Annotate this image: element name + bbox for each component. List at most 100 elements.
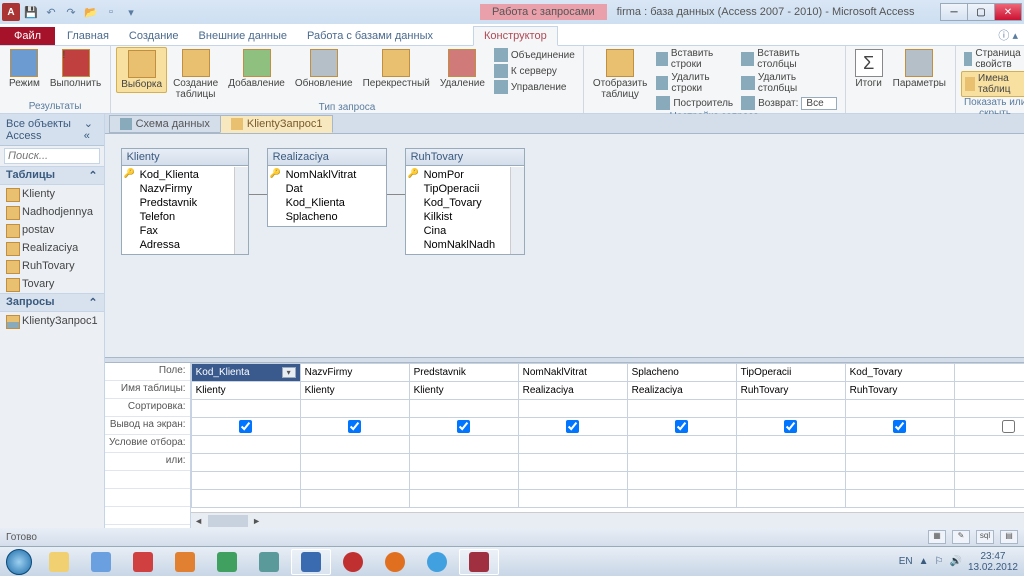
nav-table-item[interactable]: Realizaciya <box>0 239 104 257</box>
grid-cell[interactable] <box>409 472 518 490</box>
field-item[interactable]: Cina <box>406 224 524 238</box>
system-tray[interactable]: EN ▲ ⚐ 🔊 23:4713.02.2012 <box>899 551 1024 573</box>
grid-or-cell[interactable] <box>191 454 300 472</box>
grid-or-cell[interactable] <box>518 454 627 472</box>
field-item[interactable]: Dat <box>268 182 386 196</box>
grid-or-cell[interactable] <box>845 454 954 472</box>
grid-cell[interactable] <box>191 490 300 508</box>
update-button[interactable]: Обновление <box>291 47 357 91</box>
crosstab-button[interactable]: Перекрестный <box>359 47 434 91</box>
grid-criteria-cell[interactable] <box>845 436 954 454</box>
taskbar-ie-icon[interactable] <box>417 549 457 575</box>
nav-query-item[interactable]: KlientyЗапрос1 <box>0 312 104 330</box>
nav-group-tables[interactable]: Таблицы⌃ <box>0 166 104 185</box>
grid-criteria-cell[interactable] <box>191 436 300 454</box>
grid-table-cell[interactable] <box>954 382 1024 400</box>
grid-columns[interactable]: Kod_Klienta▾NazvFirmyPredstavnikNomNaklV… <box>191 363 1024 528</box>
taskbar-word-icon[interactable] <box>291 549 331 575</box>
table-box-klienty[interactable]: Klienty Kod_Klienta NazvFirmy Predstavni… <box>121 148 249 255</box>
deletecols-button[interactable]: Удалить столбцы <box>738 71 840 95</box>
app-icon[interactable]: A <box>2 3 20 21</box>
qat-undo-icon[interactable]: ↶ <box>42 3 60 21</box>
grid-show-cell[interactable] <box>954 418 1024 436</box>
scrollbar[interactable] <box>234 167 248 254</box>
grid-or-cell[interactable] <box>409 454 518 472</box>
grid-criteria-cell[interactable] <box>518 436 627 454</box>
grid-or-cell[interactable] <box>627 454 736 472</box>
view-design-icon[interactable]: ✎ <box>952 530 970 544</box>
doc-tab-schema[interactable]: Схема данных <box>109 115 221 133</box>
taskbar-app-icon[interactable] <box>249 549 289 575</box>
taskbar-app-icon[interactable] <box>81 549 121 575</box>
grid-show-cell[interactable] <box>736 418 845 436</box>
tab-external[interactable]: Внешние данные <box>189 27 297 45</box>
grid-sort-cell[interactable] <box>736 400 845 418</box>
grid-cell[interactable] <box>736 472 845 490</box>
tab-create[interactable]: Создание <box>119 27 189 45</box>
grid-criteria-cell[interactable] <box>627 436 736 454</box>
field-item[interactable]: Kod_Tovary <box>406 196 524 210</box>
search-input[interactable] <box>4 148 100 164</box>
grid-sort-cell[interactable] <box>845 400 954 418</box>
grid-show-cell[interactable] <box>518 418 627 436</box>
table-box-ruhtovary[interactable]: RuhTovary NomPor TipOperacii Kod_Tovary … <box>405 148 525 255</box>
close-button[interactable]: ✕ <box>994 3 1022 21</box>
select-query-button[interactable]: Выборка <box>116 47 167 93</box>
grid-cell[interactable] <box>845 472 954 490</box>
deleterows-button[interactable]: Удалить строки <box>653 71 736 95</box>
grid-sort-cell[interactable] <box>300 400 409 418</box>
field-item[interactable]: Kod_Klienta <box>122 168 248 182</box>
grid-cell[interactable] <box>627 490 736 508</box>
grid-show-cell[interactable] <box>627 418 736 436</box>
field-item[interactable]: NazvFirmy <box>122 182 248 196</box>
grid-table-cell[interactable]: RuhTovary <box>845 382 954 400</box>
field-item[interactable]: Telefon <box>122 210 248 224</box>
file-tab[interactable]: Файл <box>0 27 55 45</box>
table-box-header[interactable]: RuhTovary <box>406 149 524 166</box>
nav-table-item[interactable]: Klienty <box>0 185 104 203</box>
grid-cell[interactable] <box>954 490 1024 508</box>
taskbar-app-icon[interactable] <box>207 549 247 575</box>
qat-new-icon[interactable]: ▫ <box>102 3 120 21</box>
grid-field-cell[interactable]: Predstavnik <box>409 364 518 382</box>
taskbar-opera-icon[interactable] <box>333 549 373 575</box>
tab-design[interactable]: Конструктор <box>473 26 558 46</box>
grid-criteria-cell[interactable] <box>736 436 845 454</box>
delete-button[interactable]: Удаление <box>436 47 489 91</box>
grid-cell[interactable] <box>736 490 845 508</box>
grid-cell[interactable] <box>518 490 627 508</box>
grid-cell[interactable] <box>845 490 954 508</box>
lang-indicator[interactable]: EN <box>899 556 913 567</box>
chevron-down-icon[interactable]: ⌄ « <box>84 117 98 142</box>
field-item[interactable]: NomNaklVitrat <box>268 168 386 182</box>
propertysheet-button[interactable]: Страница свойств <box>961 47 1024 71</box>
grid-table-cell[interactable]: Klienty <box>191 382 300 400</box>
table-diagram[interactable]: Klienty Kod_Klienta NazvFirmy Predstavni… <box>105 134 1024 357</box>
doc-tab-query[interactable]: KlientyЗапрос1 <box>220 115 334 133</box>
grid-table-cell[interactable]: Klienty <box>409 382 518 400</box>
tray-icon[interactable]: ▲ <box>919 556 929 567</box>
table-box-header[interactable]: Klienty <box>122 149 248 166</box>
nav-table-item[interactable]: Nadhodjennya <box>0 203 104 221</box>
parameters-button[interactable]: Параметры <box>889 47 950 91</box>
grid-table-cell[interactable]: Klienty <box>300 382 409 400</box>
nav-table-item[interactable]: Tovary <box>0 275 104 293</box>
nav-group-queries[interactable]: Запросы⌃ <box>0 293 104 312</box>
grid-cell[interactable] <box>954 472 1024 490</box>
grid-field-cell[interactable]: Splacheno <box>627 364 736 382</box>
table-box-header[interactable]: Realizaciya <box>268 149 386 166</box>
grid-show-cell[interactable] <box>191 418 300 436</box>
insertrows-button[interactable]: Вставить строки <box>653 47 736 71</box>
union-button[interactable]: Объединение <box>491 47 578 63</box>
showtable-button[interactable]: Отобразить таблицу <box>589 47 652 102</box>
grid-field-cell[interactable]: NomNaklVitrat <box>518 364 627 382</box>
grid-or-cell[interactable] <box>736 454 845 472</box>
grid-cell[interactable] <box>627 472 736 490</box>
grid-show-cell[interactable] <box>845 418 954 436</box>
field-item[interactable]: Adressa <box>122 238 248 252</box>
field-item[interactable]: Splacheno <box>268 210 386 224</box>
start-button[interactable] <box>0 547 38 577</box>
grid-show-cell[interactable] <box>300 418 409 436</box>
tablenames-button[interactable]: Имена таблиц <box>961 71 1024 97</box>
field-item[interactable]: Kod_Klienta <box>268 196 386 210</box>
